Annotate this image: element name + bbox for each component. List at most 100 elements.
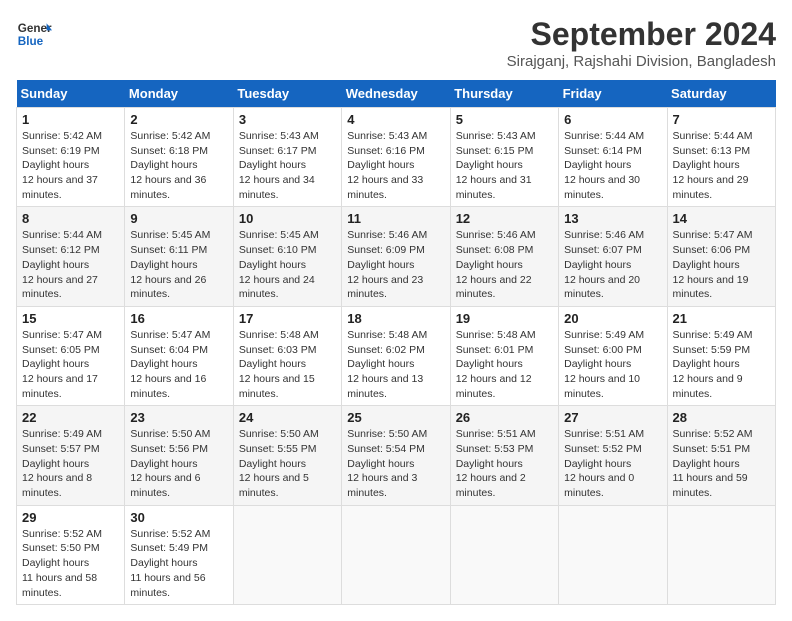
table-row: 8 Sunrise: 5:44 AMSunset: 6:12 PMDayligh… bbox=[17, 207, 125, 306]
day-info: Sunrise: 5:46 AMSunset: 6:08 PMDaylight … bbox=[456, 229, 536, 300]
table-row: 16 Sunrise: 5:47 AMSunset: 6:04 PMDaylig… bbox=[125, 306, 233, 405]
day-info: Sunrise: 5:48 AMSunset: 6:02 PMDaylight … bbox=[347, 329, 427, 400]
table-row: 4 Sunrise: 5:43 AMSunset: 6:16 PMDayligh… bbox=[342, 108, 450, 207]
day-info: Sunrise: 5:48 AMSunset: 6:03 PMDaylight … bbox=[239, 329, 319, 400]
day-number: 4 bbox=[347, 112, 444, 127]
day-info: Sunrise: 5:44 AMSunset: 6:14 PMDaylight … bbox=[564, 130, 644, 201]
header-row: Sunday Monday Tuesday Wednesday Thursday… bbox=[17, 80, 776, 108]
col-saturday: Saturday bbox=[667, 80, 775, 108]
table-row: 27 Sunrise: 5:51 AMSunset: 5:52 PMDaylig… bbox=[559, 406, 667, 505]
table-row bbox=[559, 505, 667, 604]
day-info: Sunrise: 5:47 AMSunset: 6:05 PMDaylight … bbox=[22, 329, 102, 400]
col-thursday: Thursday bbox=[450, 80, 558, 108]
day-number: 21 bbox=[673, 311, 770, 326]
table-row: 9 Sunrise: 5:45 AMSunset: 6:11 PMDayligh… bbox=[125, 207, 233, 306]
day-info: Sunrise: 5:42 AMSunset: 6:19 PMDaylight … bbox=[22, 130, 102, 201]
day-number: 13 bbox=[564, 211, 661, 226]
col-sunday: Sunday bbox=[17, 80, 125, 108]
day-number: 22 bbox=[22, 410, 119, 425]
day-number: 25 bbox=[347, 410, 444, 425]
day-number: 19 bbox=[456, 311, 553, 326]
day-info: Sunrise: 5:43 AMSunset: 6:16 PMDaylight … bbox=[347, 130, 427, 201]
table-row: 2 Sunrise: 5:42 AMSunset: 6:18 PMDayligh… bbox=[125, 108, 233, 207]
day-info: Sunrise: 5:45 AMSunset: 6:10 PMDaylight … bbox=[239, 229, 319, 300]
day-number: 7 bbox=[673, 112, 770, 127]
table-row bbox=[233, 505, 341, 604]
day-number: 30 bbox=[130, 510, 227, 525]
day-number: 18 bbox=[347, 311, 444, 326]
day-info: Sunrise: 5:44 AMSunset: 6:12 PMDaylight … bbox=[22, 229, 102, 300]
day-number: 14 bbox=[673, 211, 770, 226]
table-row bbox=[450, 505, 558, 604]
subtitle: Sirajganj, Rajshahi Division, Bangladesh bbox=[507, 53, 776, 70]
day-number: 28 bbox=[673, 410, 770, 425]
day-number: 17 bbox=[239, 311, 336, 326]
day-number: 6 bbox=[564, 112, 661, 127]
table-row bbox=[342, 505, 450, 604]
day-info: Sunrise: 5:50 AMSunset: 5:55 PMDaylight … bbox=[239, 428, 319, 499]
table-row: 22 Sunrise: 5:49 AMSunset: 5:57 PMDaylig… bbox=[17, 406, 125, 505]
day-number: 23 bbox=[130, 410, 227, 425]
table-row: 1 Sunrise: 5:42 AMSunset: 6:19 PMDayligh… bbox=[17, 108, 125, 207]
day-number: 11 bbox=[347, 211, 444, 226]
logo: General Blue bbox=[16, 16, 52, 52]
day-number: 10 bbox=[239, 211, 336, 226]
day-number: 12 bbox=[456, 211, 553, 226]
main-title: September 2024 bbox=[507, 16, 776, 53]
day-number: 26 bbox=[456, 410, 553, 425]
col-monday: Monday bbox=[125, 80, 233, 108]
day-number: 24 bbox=[239, 410, 336, 425]
col-wednesday: Wednesday bbox=[342, 80, 450, 108]
table-row: 5 Sunrise: 5:43 AMSunset: 6:15 PMDayligh… bbox=[450, 108, 558, 207]
table-row: 21 Sunrise: 5:49 AMSunset: 5:59 PMDaylig… bbox=[667, 306, 775, 405]
day-info: Sunrise: 5:43 AMSunset: 6:15 PMDaylight … bbox=[456, 130, 536, 201]
day-number: 8 bbox=[22, 211, 119, 226]
day-number: 27 bbox=[564, 410, 661, 425]
table-row: 14 Sunrise: 5:47 AMSunset: 6:06 PMDaylig… bbox=[667, 207, 775, 306]
table-row: 19 Sunrise: 5:48 AMSunset: 6:01 PMDaylig… bbox=[450, 306, 558, 405]
table-row: 11 Sunrise: 5:46 AMSunset: 6:09 PMDaylig… bbox=[342, 207, 450, 306]
header: General Blue September 2024 Sirajganj, R… bbox=[16, 16, 776, 70]
table-row: 20 Sunrise: 5:49 AMSunset: 6:00 PMDaylig… bbox=[559, 306, 667, 405]
table-row: 15 Sunrise: 5:47 AMSunset: 6:05 PMDaylig… bbox=[17, 306, 125, 405]
table-row: 6 Sunrise: 5:44 AMSunset: 6:14 PMDayligh… bbox=[559, 108, 667, 207]
table-row: 10 Sunrise: 5:45 AMSunset: 6:10 PMDaylig… bbox=[233, 207, 341, 306]
day-info: Sunrise: 5:52 AMSunset: 5:51 PMDaylight … bbox=[673, 428, 753, 499]
day-info: Sunrise: 5:50 AMSunset: 5:56 PMDaylight … bbox=[130, 428, 210, 499]
svg-text:Blue: Blue bbox=[18, 35, 44, 48]
day-number: 2 bbox=[130, 112, 227, 127]
table-row: 7 Sunrise: 5:44 AMSunset: 6:13 PMDayligh… bbox=[667, 108, 775, 207]
day-info: Sunrise: 5:44 AMSunset: 6:13 PMDaylight … bbox=[673, 130, 753, 201]
day-info: Sunrise: 5:45 AMSunset: 6:11 PMDaylight … bbox=[130, 229, 210, 300]
table-row: 17 Sunrise: 5:48 AMSunset: 6:03 PMDaylig… bbox=[233, 306, 341, 405]
day-info: Sunrise: 5:49 AMSunset: 5:59 PMDaylight … bbox=[673, 329, 753, 400]
day-info: Sunrise: 5:51 AMSunset: 5:52 PMDaylight … bbox=[564, 428, 644, 499]
day-info: Sunrise: 5:50 AMSunset: 5:54 PMDaylight … bbox=[347, 428, 427, 499]
day-info: Sunrise: 5:46 AMSunset: 6:07 PMDaylight … bbox=[564, 229, 644, 300]
table-row: 18 Sunrise: 5:48 AMSunset: 6:02 PMDaylig… bbox=[342, 306, 450, 405]
day-number: 20 bbox=[564, 311, 661, 326]
day-number: 16 bbox=[130, 311, 227, 326]
logo-icon: General Blue bbox=[16, 16, 52, 52]
day-number: 9 bbox=[130, 211, 227, 226]
day-info: Sunrise: 5:43 AMSunset: 6:17 PMDaylight … bbox=[239, 130, 319, 201]
calendar-table: Sunday Monday Tuesday Wednesday Thursday… bbox=[16, 80, 776, 605]
table-row: 3 Sunrise: 5:43 AMSunset: 6:17 PMDayligh… bbox=[233, 108, 341, 207]
table-row: 26 Sunrise: 5:51 AMSunset: 5:53 PMDaylig… bbox=[450, 406, 558, 505]
day-info: Sunrise: 5:52 AMSunset: 5:50 PMDaylight … bbox=[22, 528, 102, 599]
day-number: 1 bbox=[22, 112, 119, 127]
day-number: 15 bbox=[22, 311, 119, 326]
day-info: Sunrise: 5:42 AMSunset: 6:18 PMDaylight … bbox=[130, 130, 210, 201]
title-area: September 2024 Sirajganj, Rajshahi Divis… bbox=[507, 16, 776, 70]
day-info: Sunrise: 5:52 AMSunset: 5:49 PMDaylight … bbox=[130, 528, 210, 599]
table-row: 24 Sunrise: 5:50 AMSunset: 5:55 PMDaylig… bbox=[233, 406, 341, 505]
day-number: 29 bbox=[22, 510, 119, 525]
table-row: 12 Sunrise: 5:46 AMSunset: 6:08 PMDaylig… bbox=[450, 207, 558, 306]
day-info: Sunrise: 5:49 AMSunset: 5:57 PMDaylight … bbox=[22, 428, 102, 499]
day-number: 5 bbox=[456, 112, 553, 127]
table-row: 29 Sunrise: 5:52 AMSunset: 5:50 PMDaylig… bbox=[17, 505, 125, 604]
day-info: Sunrise: 5:48 AMSunset: 6:01 PMDaylight … bbox=[456, 329, 536, 400]
day-info: Sunrise: 5:51 AMSunset: 5:53 PMDaylight … bbox=[456, 428, 536, 499]
col-tuesday: Tuesday bbox=[233, 80, 341, 108]
table-row bbox=[667, 505, 775, 604]
